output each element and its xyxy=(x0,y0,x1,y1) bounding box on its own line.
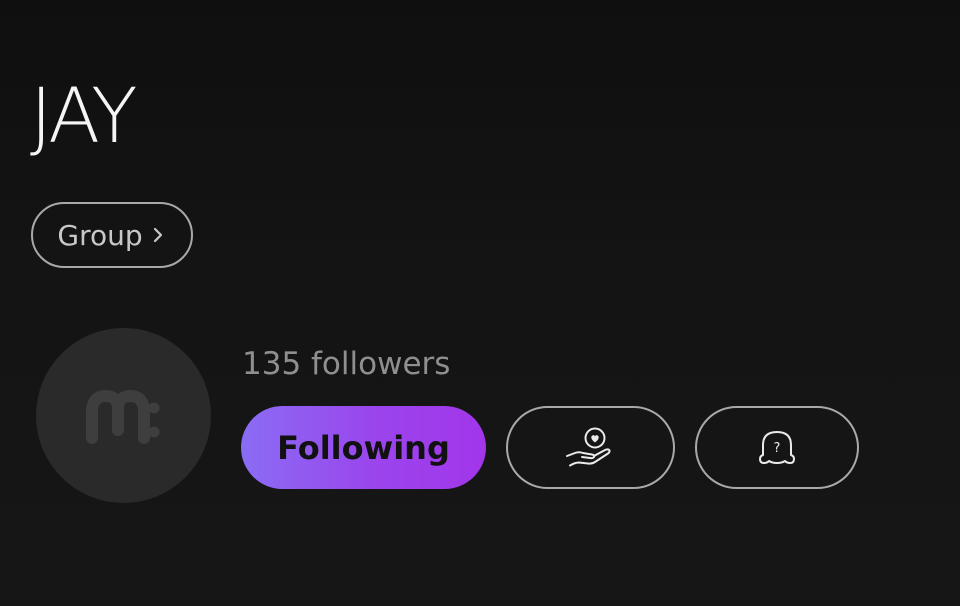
svg-text:?: ? xyxy=(774,441,781,456)
artist-name: JAY xyxy=(30,71,138,160)
m-logo-icon xyxy=(84,386,164,446)
group-button-label: Group xyxy=(57,218,143,252)
group-button[interactable]: Group xyxy=(31,202,193,268)
chevron-right-icon xyxy=(149,224,167,246)
help-button[interactable]: ? xyxy=(695,406,859,489)
artist-profile-screen: JAY Group 135 followers Following ? xyxy=(0,0,960,606)
avatar[interactable] xyxy=(36,328,211,503)
followers-count: 135 followers xyxy=(242,346,451,382)
hand-heart-icon xyxy=(561,423,621,473)
following-button[interactable]: Following xyxy=(241,406,486,489)
question-bubble-icon: ? xyxy=(754,425,800,471)
support-button[interactable] xyxy=(506,406,675,489)
following-button-label: Following xyxy=(277,428,450,467)
